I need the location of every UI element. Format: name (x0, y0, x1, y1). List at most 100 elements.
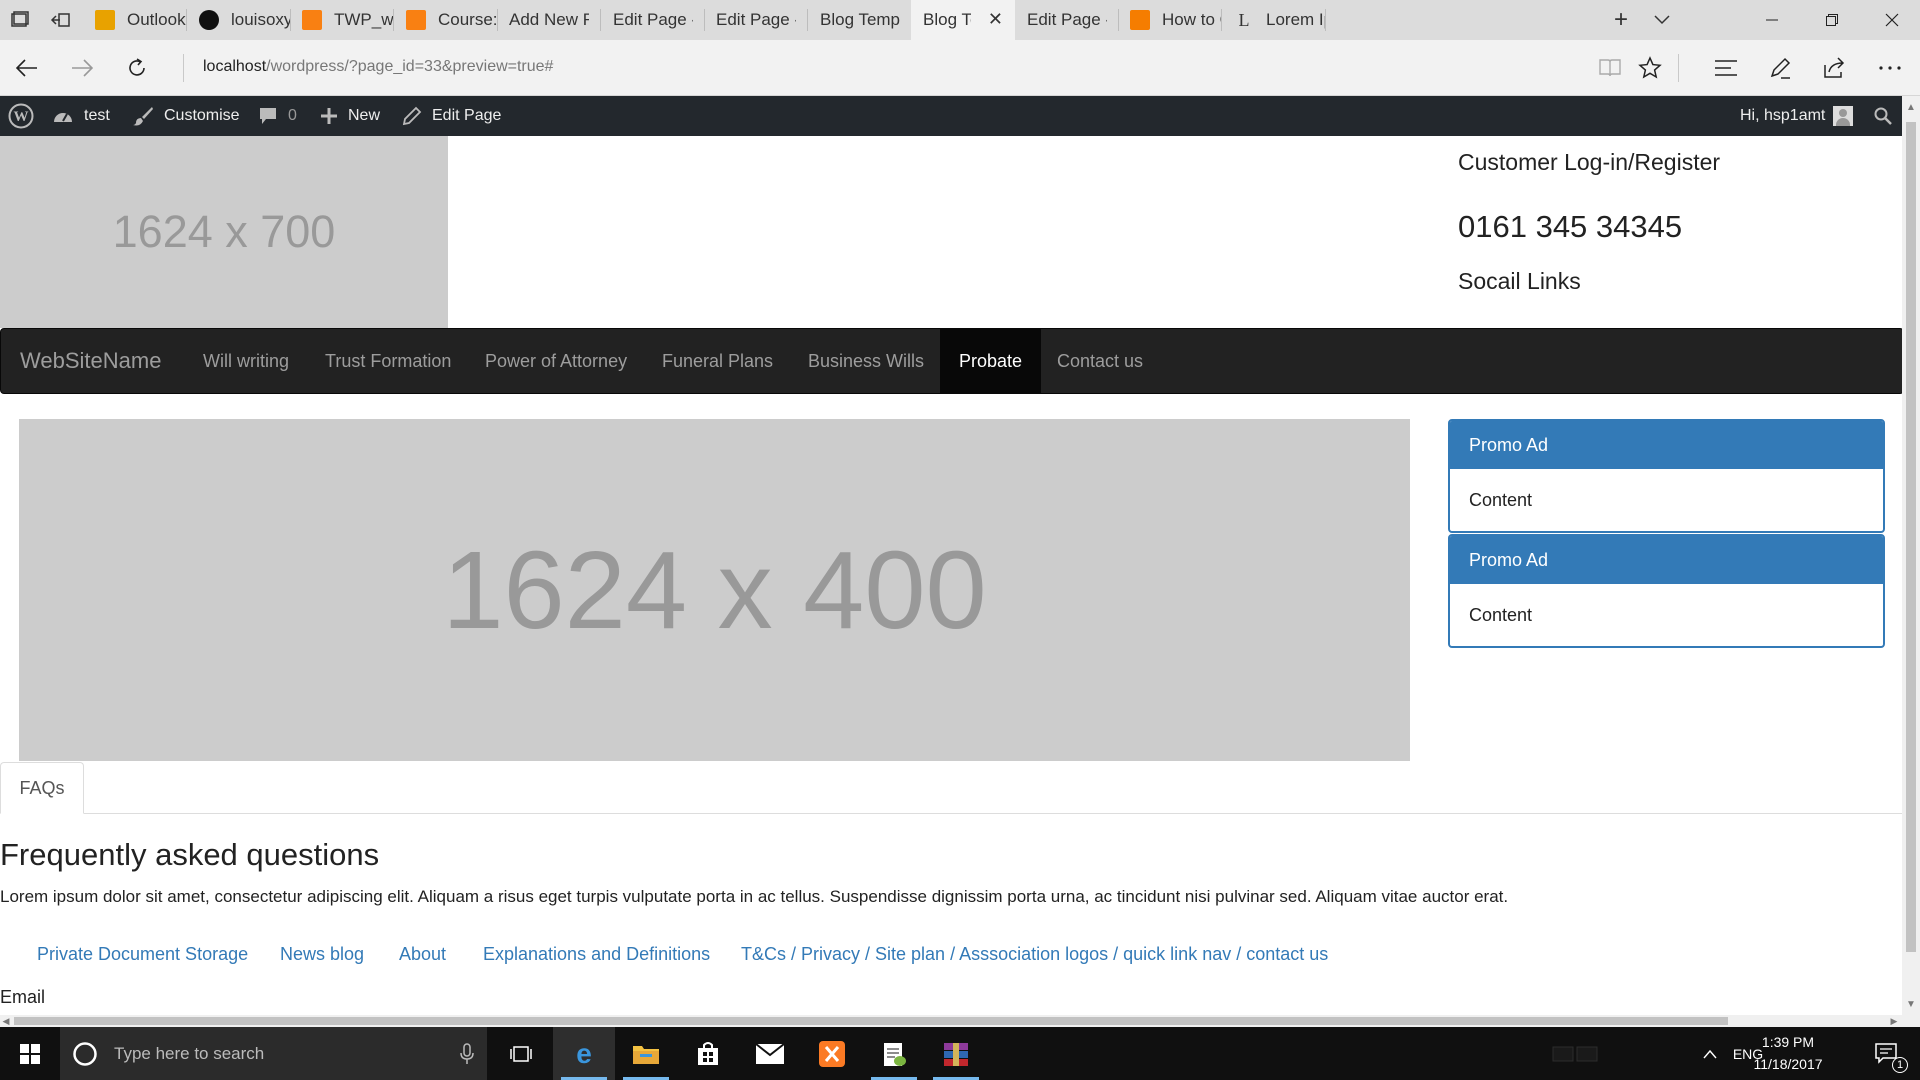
set-tabs-aside-icon[interactable] (40, 0, 80, 40)
browser-tab[interactable]: Edit Page ‹ (601, 0, 705, 40)
store-icon[interactable] (677, 1027, 739, 1080)
nav-item-business-wills[interactable]: Business Wills (789, 329, 943, 393)
browser-tab-title: Edit Page ‹ (716, 10, 796, 29)
browser-tab-title: Blog Temp (820, 10, 900, 29)
file-explorer-icon[interactable] (615, 1027, 677, 1080)
browser-tab[interactable]: Blog Temp (808, 0, 912, 40)
nav-item-power-of-attorney[interactable]: Power of Attorney (466, 329, 646, 393)
close-tab-icon[interactable]: ✕ (988, 9, 1003, 30)
account-menu[interactable]: Hi, hsp1amt (1740, 96, 1854, 136)
customise-label: Customise (164, 107, 240, 124)
svg-text:e: e (576, 1040, 592, 1068)
forward-button[interactable] (62, 48, 102, 88)
wordpress-logo-icon[interactable]: W (8, 96, 44, 136)
email-label: Email (0, 987, 46, 1007)
wordpress-admin-bar: W test Customise 0 New Edit Page Hi, hsp… (0, 96, 1902, 136)
nav-item-will-writing[interactable]: Will writing (184, 329, 308, 393)
tab-faqs[interactable]: FAQs (0, 762, 84, 814)
scroll-down-arrow-icon[interactable]: ▼ (1902, 995, 1920, 1013)
footer-link-document-storage[interactable]: Private Document Storage (37, 944, 248, 965)
notification-count-badge: 1 (1892, 1057, 1908, 1073)
taskbar-search-box[interactable]: Type here to search (60, 1027, 487, 1080)
footer-link-legal[interactable]: T&Cs / Privacy / Site plan / Asssociatio… (741, 944, 1328, 965)
comments-count: 0 (288, 107, 297, 124)
xampp-icon[interactable] (801, 1027, 863, 1080)
microphone-icon[interactable] (460, 1043, 474, 1065)
web-note-icon[interactable] (1760, 48, 1800, 88)
nav-item-probate[interactable]: Probate (940, 329, 1042, 393)
new-tab-button[interactable]: + (1606, 0, 1640, 40)
hub-icon[interactable] (1706, 48, 1746, 88)
address-divider (183, 54, 184, 82)
browser-tab[interactable]: L Lorem Ipsu (1222, 0, 1326, 40)
windows-start-icon[interactable] (0, 1027, 60, 1080)
comments-link[interactable]: 0 (258, 96, 297, 136)
pencil-icon (402, 106, 422, 126)
customer-login-link[interactable]: Customer Log-in/Register (1458, 149, 1720, 176)
nav-item-contact-us[interactable]: Contact us (1038, 329, 1162, 393)
restore-button[interactable] (1802, 0, 1862, 40)
browser-tab[interactable]: Edit Page ‹ (1015, 0, 1119, 40)
outlook-icon (95, 10, 115, 30)
task-view-icon[interactable] (490, 1027, 552, 1080)
horizontal-scroll-thumb[interactable] (14, 1017, 1728, 1025)
edit-page-label: Edit Page (432, 107, 502, 124)
minimize-button[interactable] (1742, 0, 1802, 40)
new-content-link[interactable]: New (320, 96, 380, 136)
comment-bubble-icon (260, 108, 276, 124)
social-links[interactable]: Socail Links (1458, 268, 1581, 295)
browser-tab[interactable]: Blog Te ✕ (911, 0, 1015, 40)
footer-link-explanations[interactable]: Explanations and Definitions (483, 944, 710, 965)
vertical-scrollbar[interactable]: ▲ ▼ (1902, 96, 1920, 1015)
promo-panel: Promo Ad Content (1448, 419, 1885, 533)
tab-manager-icon[interactable] (0, 0, 40, 40)
edit-page-link[interactable]: Edit Page (402, 96, 501, 136)
browser-tab-title: louisoxy/Sc (231, 10, 291, 29)
action-center-icon[interactable]: 1 (1862, 1027, 1912, 1080)
browser-tab[interactable]: louisoxy/Sc (187, 0, 291, 40)
scroll-left-arrow-icon[interactable]: ◀ (0, 1015, 12, 1027)
browser-tab-title: Edit Page ‹ (1027, 10, 1107, 29)
browser-tab-title: Edit Page ‹ (613, 10, 693, 29)
promo-panel-content: Content (1469, 489, 1533, 510)
url-field[interactable]: localhost/wordpress/?page_id=33&preview=… (203, 58, 553, 76)
back-button[interactable] (7, 48, 47, 88)
navbar-brand[interactable]: WebSiteName (20, 329, 161, 393)
main-navbar: WebSiteName Will writing Trust Formation P… (0, 328, 1902, 394)
more-options-icon[interactable] (1870, 48, 1910, 88)
blogger-icon (1130, 10, 1150, 30)
browser-tab[interactable]: How to Cre (1118, 0, 1222, 40)
footer-link-news-blog[interactable]: News blog (280, 944, 364, 965)
refresh-button[interactable] (117, 48, 157, 88)
share-icon[interactable] (1814, 48, 1854, 88)
nav-item-trust-formation[interactable]: Trust Formation (306, 329, 470, 393)
customise-link[interactable]: Customise (132, 96, 240, 136)
browser-tab[interactable]: Course: Wе (394, 0, 498, 40)
browser-tab[interactable]: TWP_webs (290, 0, 394, 40)
edge-browser-icon[interactable]: e (553, 1027, 615, 1080)
url-path: /wordpress/?page_id=33&preview=true# (266, 58, 554, 75)
svg-text:W: W (14, 109, 29, 125)
tray-chevron-up-icon[interactable] (1700, 1027, 1720, 1080)
tab-separator (1325, 9, 1326, 31)
browser-tab[interactable]: Add New F (497, 0, 601, 40)
scroll-up-arrow-icon[interactable]: ▲ (1902, 98, 1920, 116)
favorite-star-icon[interactable] (1630, 48, 1670, 88)
admin-site-link[interactable]: test (52, 96, 110, 136)
reading-view-icon[interactable] (1590, 48, 1630, 88)
taskbar-clock[interactable]: 1:39 PM 11/18/2017 (1740, 1031, 1836, 1075)
admin-search-icon[interactable] (1874, 96, 1902, 136)
notepad-plus-plus-icon[interactable] (863, 1027, 925, 1080)
scroll-right-arrow-icon[interactable]: ▶ (1888, 1015, 1900, 1027)
tab-preview-chevron-icon[interactable] (1648, 0, 1682, 40)
close-window-button[interactable] (1862, 0, 1920, 40)
footer-link-about[interactable]: About (399, 944, 446, 965)
browser-tab[interactable]: Edit Page ‹ (704, 0, 808, 40)
browser-tab[interactable]: Outlook W (83, 0, 187, 40)
vertical-scroll-thumb[interactable] (1906, 122, 1916, 952)
mail-icon[interactable] (739, 1027, 801, 1080)
winrar-icon[interactable] (925, 1027, 987, 1080)
nav-item-funeral-plans[interactable]: Funeral Plans (643, 329, 792, 393)
clock-date: 11/18/2017 (1753, 1056, 1823, 1072)
horizontal-scrollbar[interactable]: ◀ ▶ (0, 1015, 1902, 1027)
